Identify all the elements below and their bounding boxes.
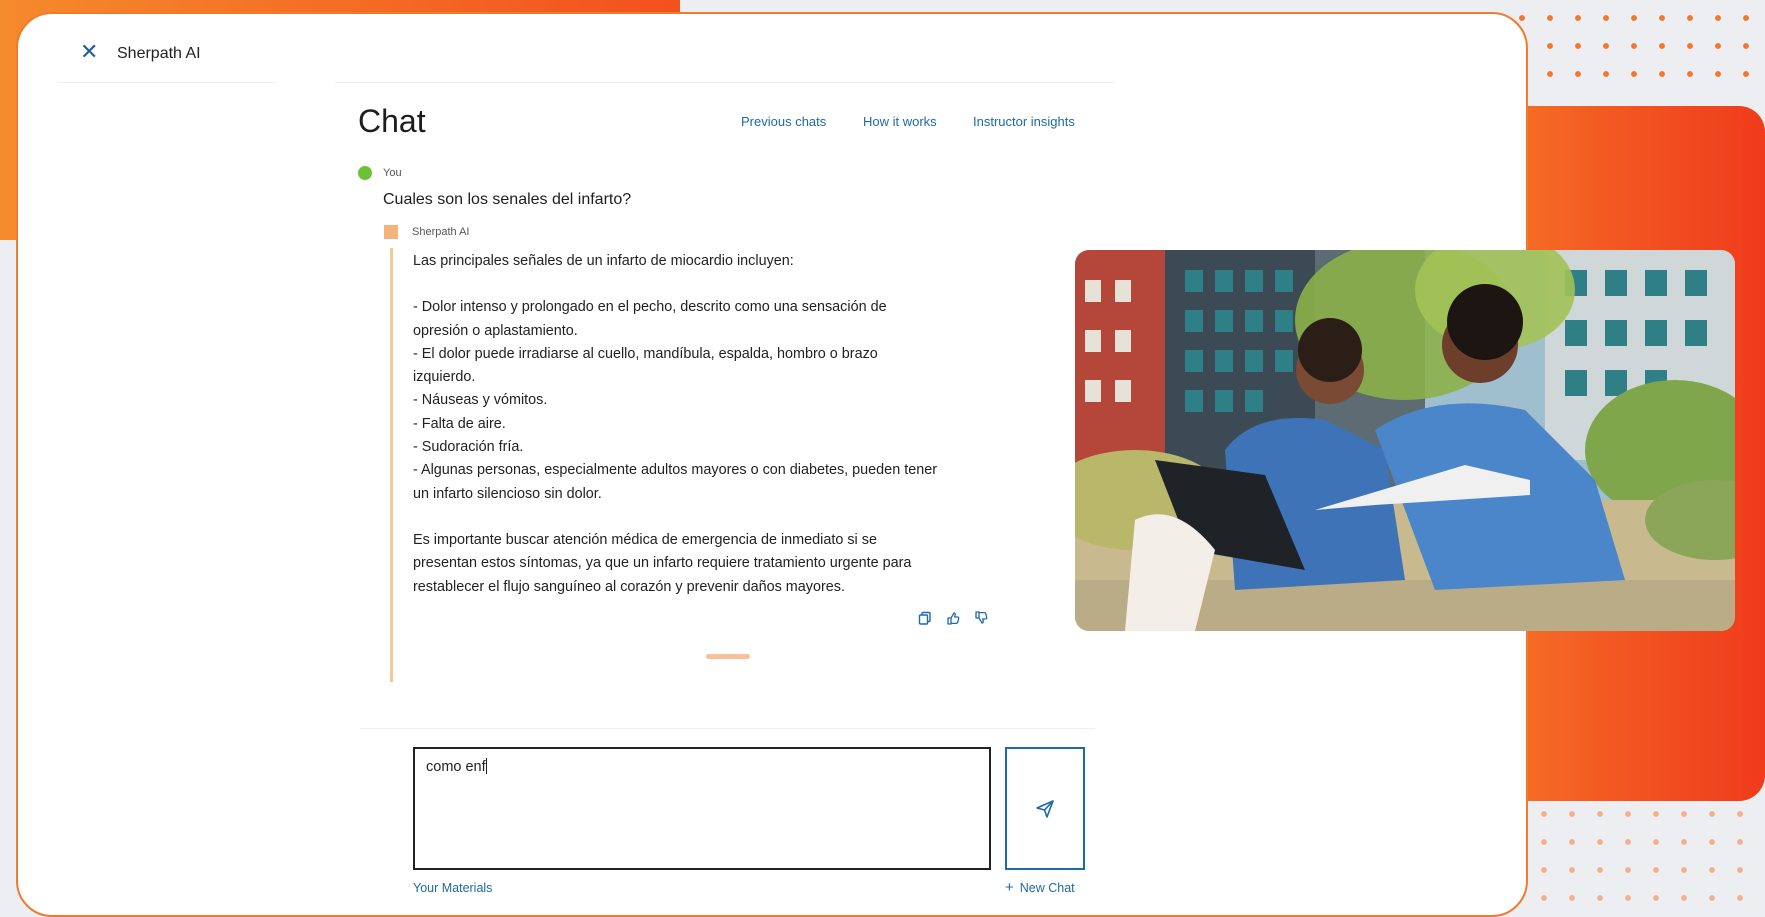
- chat-input-value: como enf: [426, 759, 486, 775]
- ai-response-line: - El dolor puede irradiarse al cuello, m…: [413, 345, 878, 362]
- send-icon: [1036, 799, 1054, 818]
- sidebar-divider: [58, 82, 276, 83]
- new-chat-label: New Chat: [1019, 881, 1075, 895]
- ai-response-intro: Las principales señales de un infarto de…: [413, 253, 794, 269]
- text-caret: [485, 758, 487, 774]
- plus-icon: +: [1005, 879, 1014, 896]
- user-avatar-dot: [358, 166, 372, 180]
- user-label: You: [383, 167, 402, 179]
- your-materials-link[interactable]: Your Materials: [413, 881, 492, 895]
- thumbs-down-icon[interactable]: [974, 611, 988, 625]
- ai-response-line: - Falta de aire.: [413, 415, 506, 432]
- ai-response-line: - Algunas personas, especialmente adulto…: [413, 462, 937, 479]
- how-it-works-link[interactable]: How it works: [863, 114, 937, 129]
- copy-icon[interactable]: [918, 611, 932, 625]
- new-chat-button[interactable]: + New Chat: [1005, 879, 1075, 896]
- page-title: Chat: [358, 103, 426, 139]
- instructor-insights-link[interactable]: Instructor insights: [973, 114, 1075, 129]
- ai-response-line: un infarto silencioso sin dolor.: [413, 485, 602, 502]
- ai-response-bar: [390, 248, 393, 682]
- thumbs-up-icon[interactable]: [946, 611, 960, 625]
- user-message: Cuales son los senales del infarto?: [383, 191, 632, 208]
- close-icon[interactable]: ✕: [80, 42, 98, 64]
- ai-avatar-square: [384, 225, 398, 239]
- ai-response-line: izquierdo.: [413, 369, 476, 386]
- loading-indicator: [706, 654, 750, 659]
- ai-response-line: - Sudoración fría.: [413, 439, 524, 456]
- app-title: Sherpath AI: [117, 45, 201, 62]
- students-photo: [1075, 250, 1735, 631]
- ai-response-body: Las principales señales de un infarto de…: [413, 250, 993, 599]
- composer-divider: [360, 728, 1095, 729]
- send-button[interactable]: [1005, 747, 1085, 870]
- ai-response-line: - Náuseas y vómitos.: [413, 392, 548, 409]
- ai-response-line: presentan estos síntomas, ya que un infa…: [413, 555, 912, 572]
- previous-chats-link[interactable]: Previous chats: [741, 114, 826, 129]
- ai-response-line: opresión o aplastamiento.: [413, 322, 578, 339]
- ai-response-line: - Dolor intenso y prolongado en el pecho…: [413, 299, 887, 316]
- dot-pattern-bottom: [1530, 800, 1765, 901]
- message-actions: [918, 611, 988, 625]
- ai-response-line: restablecer el flujo sanguíneo al corazó…: [413, 578, 845, 595]
- ai-label: Sherpath AI: [412, 226, 470, 238]
- chat-input[interactable]: como enf: [413, 747, 991, 870]
- header-divider: [335, 82, 1115, 83]
- ai-response-line: Es importante buscar atención médica de …: [413, 531, 877, 548]
